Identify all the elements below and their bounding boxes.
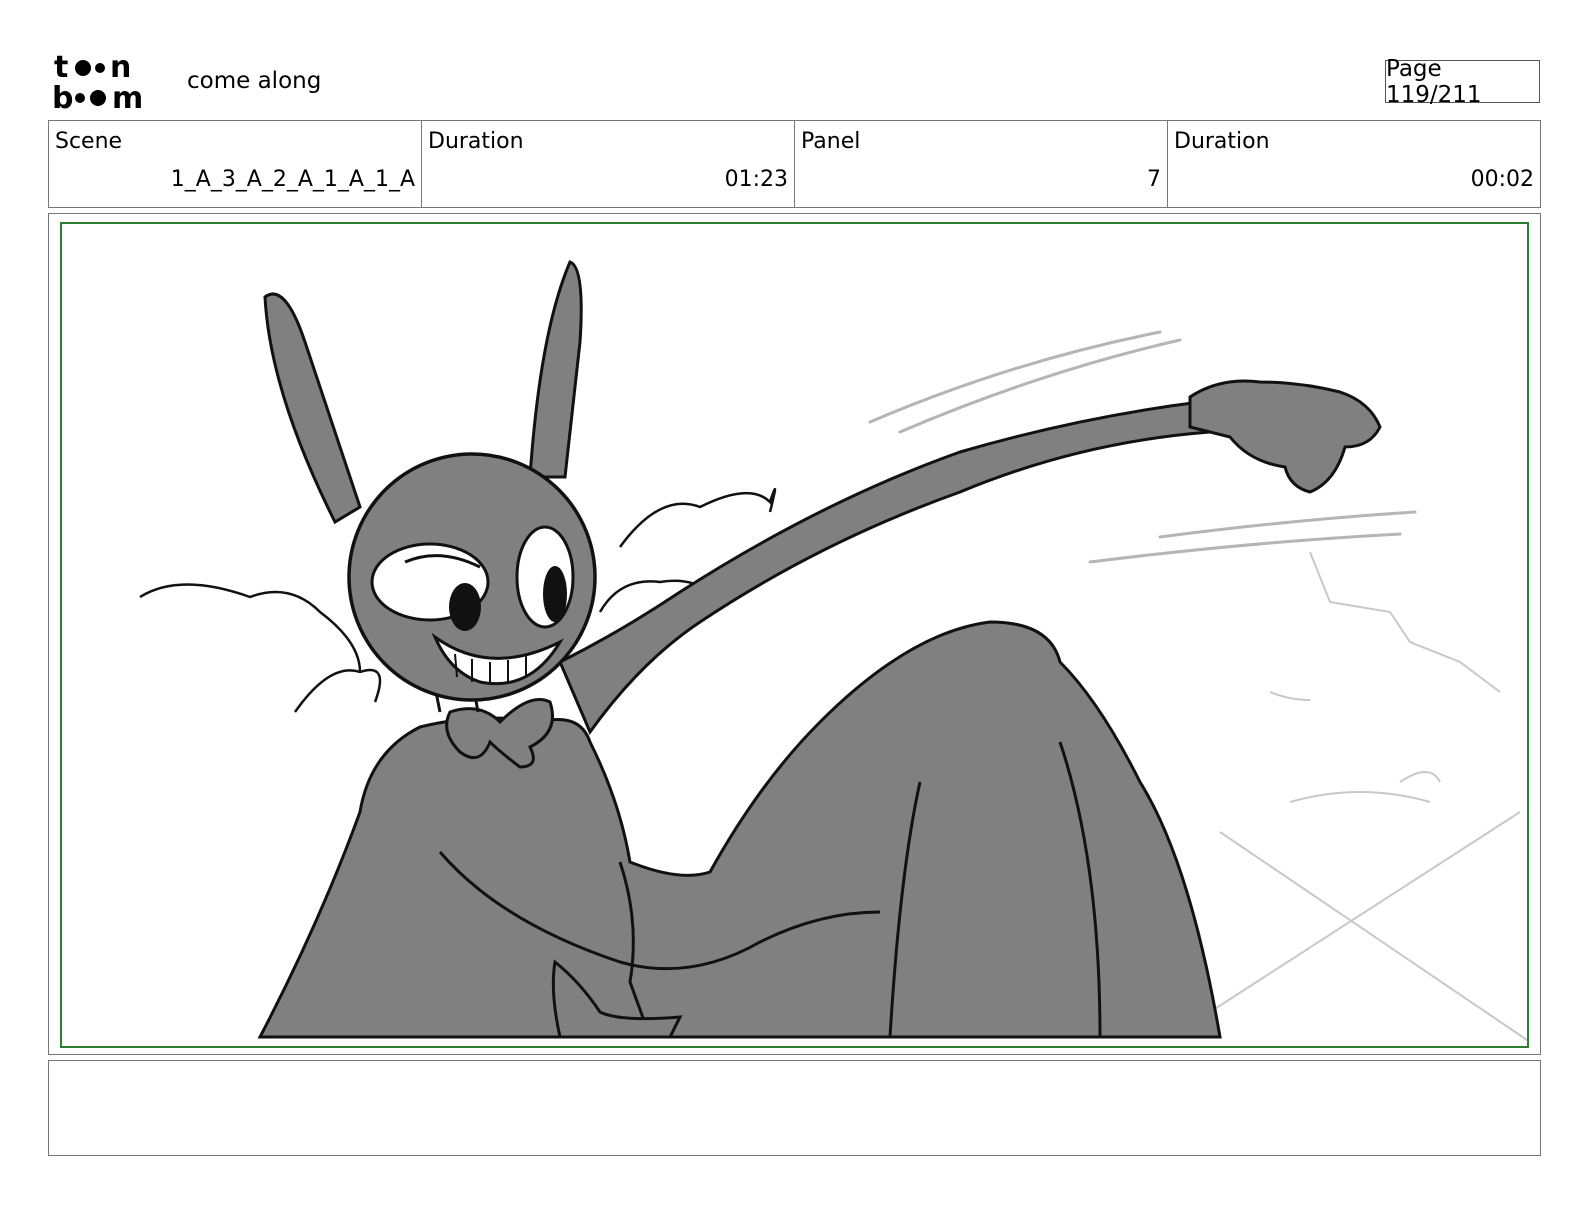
panel-duration-value: 00:02 <box>1470 167 1534 192</box>
toon-boom-logo: t n b m <box>52 50 143 112</box>
panel-value: 7 <box>1147 167 1161 192</box>
svg-text:m: m <box>112 81 143 112</box>
panel-duration-cell: Duration 00:02 <box>1168 121 1540 207</box>
page-number: Page 119/211 <box>1385 56 1540 108</box>
scene-duration-cell: Duration 01:23 <box>422 121 795 207</box>
svg-text:t: t <box>54 50 68 85</box>
scene-duration-label: Duration <box>428 129 524 154</box>
notes-box <box>48 1060 1541 1156</box>
scene-value: 1_A_3_A_2_A_1_A_1_A <box>170 167 415 192</box>
svg-text:n: n <box>110 50 131 85</box>
project-title: come along <box>187 68 322 94</box>
scene-duration-value: 01:23 <box>724 167 788 192</box>
svg-text:b: b <box>52 81 73 112</box>
scene-label: Scene <box>55 129 123 154</box>
scene-info-table: Scene 1_A_3_A_2_A_1_A_1_A Duration 01:23… <box>48 120 1541 208</box>
panel-cell: Panel 7 <box>795 121 1168 207</box>
panel-label: Panel <box>801 129 861 154</box>
panel-duration-label: Duration <box>1174 129 1270 154</box>
safe-frame <box>60 222 1529 1048</box>
scene-cell: Scene 1_A_3_A_2_A_1_A_1_A <box>49 121 422 207</box>
